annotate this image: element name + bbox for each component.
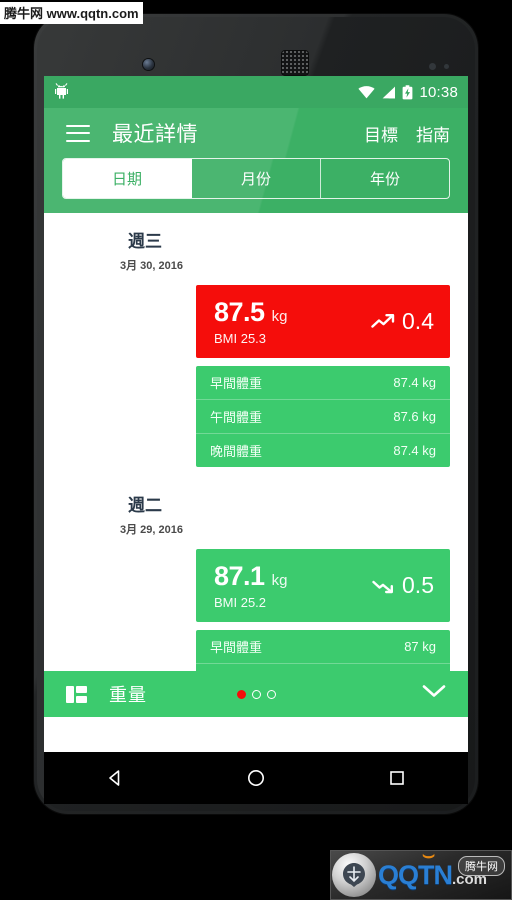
entry-value: 87 kg (404, 639, 436, 654)
day-entries: 早間體重 87.4 kg 午間體重 87.6 kg 晚間體重 87.4 kg (196, 366, 450, 467)
page-dot-active[interactable] (236, 689, 246, 699)
trending-up-icon (371, 313, 395, 328)
summary-delta: 0.5 (371, 572, 434, 599)
summary-delta-value: 0.4 (402, 308, 434, 334)
summary-values: 87.1 kg BMI 25.2 (214, 561, 371, 610)
guide-button[interactable]: 指南 (416, 121, 450, 146)
entry-row[interactable]: 早間體重 87.4 kg (196, 366, 450, 399)
entry-label: 早間體重 (210, 640, 263, 655)
bottom-bar-label: 重量 (109, 685, 147, 705)
bottom-watermark-logo: ⌣ QQTN .com 腾牛网 (330, 844, 512, 900)
hamburger-menu-icon[interactable] (66, 124, 90, 142)
qqtn-brand-text: QQTN (378, 859, 453, 890)
home-circle-icon[interactable] (236, 768, 276, 788)
weight-history-list[interactable]: 週三 3月 30, 2016 87.5 kg BMI 25.3 0.4 早間體重… (44, 213, 468, 717)
tab-year[interactable]: 年份 (321, 159, 449, 198)
summary-weight-unit: kg (271, 572, 288, 589)
summary-weight-value: 87.5 (214, 297, 265, 327)
front-camera-icon (143, 59, 154, 70)
day-date-label: 3月 30, 2016 (120, 260, 183, 272)
trending-down-icon (372, 580, 394, 593)
qqtn-cn-tag: 腾牛网 (458, 856, 505, 876)
entry-row[interactable]: 晚間體重 87.4 kg (196, 433, 450, 467)
top-watermark: 腾牛网 www.qqtn.com (0, 2, 143, 24)
summary-values: 87.5 kg BMI 25.3 (214, 297, 371, 346)
light-sensor-icon (444, 64, 449, 69)
day-summary-green[interactable]: 87.1 kg BMI 25.2 0.5 (196, 549, 450, 622)
chevron-down-icon[interactable] (422, 684, 446, 704)
summary-delta-value: 0.5 (402, 572, 434, 598)
proximity-sensor-icon (429, 63, 436, 70)
day-weekday-label: 週三 (128, 232, 162, 251)
entry-value: 87.6 kg (393, 409, 436, 424)
app-bar: 最近詳情 目標 指南 (44, 108, 468, 158)
phone-device-frame: 10:38 最近詳情 目標 指南 日期 月份 年份 週三 3月 30, 2016… (34, 14, 478, 814)
tab-month[interactable]: 月份 (192, 159, 321, 198)
entry-label: 早間體重 (210, 376, 263, 391)
qqtn-emblem-icon (332, 853, 376, 897)
battery-charging-icon (403, 84, 413, 99)
tab-day[interactable]: 日期 (63, 159, 192, 198)
day-summary-red[interactable]: 87.5 kg BMI 25.3 0.4 (196, 285, 450, 358)
android-notification-icon (53, 81, 70, 105)
entry-value: 87.4 kg (393, 443, 436, 458)
page-title: 最近詳情 (112, 123, 198, 146)
wifi-icon (358, 85, 376, 98)
period-tabs-container: 日期 月份 年份 (44, 158, 468, 213)
day-header: 週二 3月 29, 2016 (44, 477, 468, 537)
android-navigation-bar (44, 752, 468, 804)
entry-row[interactable]: 早間體重 87 kg (196, 630, 450, 663)
page-indicator (233, 689, 279, 699)
entry-value: 87.4 kg (393, 375, 436, 390)
summary-weight-unit: kg (271, 308, 288, 325)
day-weekday-label: 週二 (128, 496, 162, 515)
screenshot-root: 10:38 最近詳情 目標 指南 日期 月份 年份 週三 3月 30, 2016… (0, 0, 512, 900)
status-bar: 10:38 (44, 76, 468, 108)
goal-button[interactable]: 目標 (364, 121, 398, 146)
page-dot[interactable] (251, 689, 261, 699)
page-dot[interactable] (266, 689, 276, 699)
recents-square-icon[interactable] (377, 768, 417, 788)
signal-icon (383, 86, 396, 98)
clock-label: 10:38 (419, 83, 458, 101)
summary-bmi-label: BMI 25.2 (214, 595, 267, 610)
entry-label: 午間體重 (210, 410, 263, 425)
day-date-label: 3月 29, 2016 (120, 524, 183, 536)
entry-row[interactable]: 午間體重 87.6 kg (196, 399, 450, 433)
status-bar-icons: 10:38 (358, 76, 458, 108)
day-card[interactable]: 87.5 kg BMI 25.3 0.4 早間體重 87.4 kg 午間體重 8… (196, 285, 450, 467)
entry-label: 晚間體重 (210, 444, 263, 459)
phone-screen: 10:38 最近詳情 目標 指南 日期 月份 年份 週三 3月 30, 2016… (44, 76, 468, 752)
earpiece-speaker-icon (281, 50, 309, 76)
back-triangle-icon[interactable] (95, 768, 135, 788)
summary-weight-value: 87.1 (214, 561, 265, 591)
day-header: 週三 3月 30, 2016 (44, 213, 468, 273)
summary-bmi-label: BMI 25.3 (214, 331, 267, 346)
period-segmented-control: 日期 月份 年份 (62, 158, 450, 199)
bottom-bar: 重量 (44, 671, 468, 717)
app-bar-actions: 目標 指南 (364, 121, 450, 146)
summary-delta: 0.4 (371, 308, 434, 335)
list-grid-icon[interactable] (66, 685, 87, 703)
horns-icon: ⌣ (422, 843, 436, 866)
day-group: 週三 3月 30, 2016 87.5 kg BMI 25.3 0.4 早間體重… (44, 213, 468, 467)
